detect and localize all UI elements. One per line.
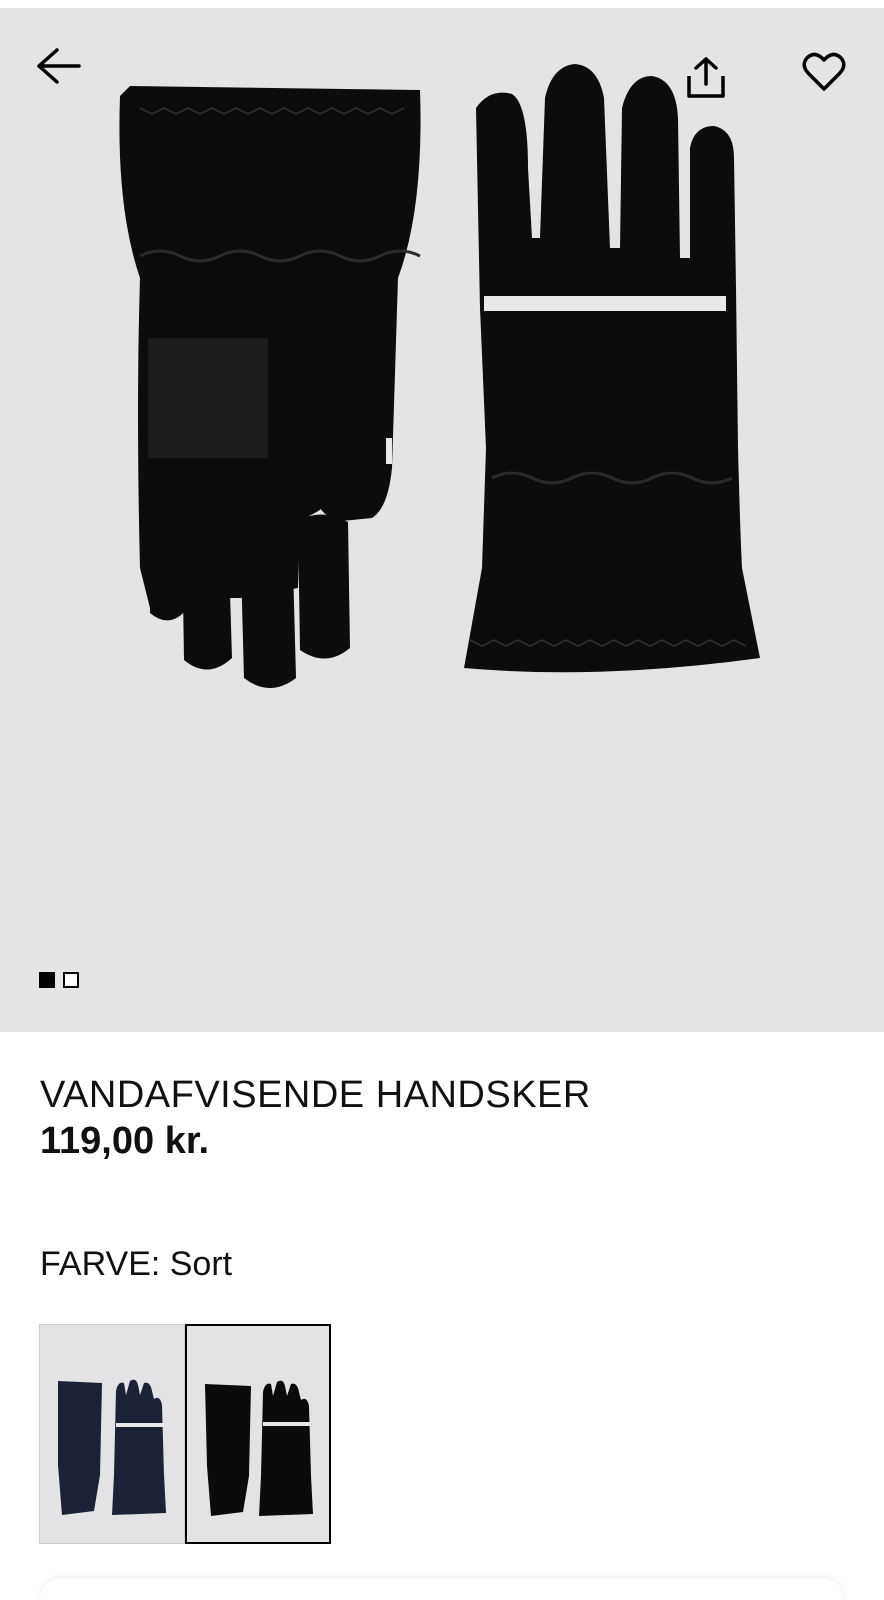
image-pager[interactable] [39, 972, 79, 988]
product-page: VANDAFVISENDE HANDSKER 119,00 kr. FARVE:… [0, 0, 884, 1600]
product-image-gallery[interactable] [0, 8, 884, 1032]
swatch-navy-image [58, 1379, 166, 1515]
product-image [119, 64, 760, 688]
pager-dot-1[interactable] [39, 972, 55, 988]
back-button[interactable] [30, 38, 86, 94]
product-price: 119,00 kr. [40, 1120, 210, 1162]
pager-dot-2[interactable] [63, 972, 79, 988]
swatch-black-image [205, 1380, 313, 1516]
bottom-sheet[interactable] [40, 1578, 844, 1600]
share-button[interactable] [678, 50, 734, 106]
right-glove [464, 64, 760, 673]
color-swatches [39, 1324, 331, 1544]
share-icon [687, 57, 725, 98]
favorite-button[interactable] [796, 44, 852, 100]
arrow-left-icon [37, 48, 81, 84]
swatch-black[interactable] [185, 1324, 331, 1544]
heart-icon [802, 52, 846, 91]
left-glove [119, 86, 421, 688]
color-label: FARVE: Sort [40, 1245, 233, 1283]
swatch-navy[interactable] [39, 1324, 185, 1544]
product-title: VANDAFVISENDE HANDSKER [40, 1074, 591, 1116]
